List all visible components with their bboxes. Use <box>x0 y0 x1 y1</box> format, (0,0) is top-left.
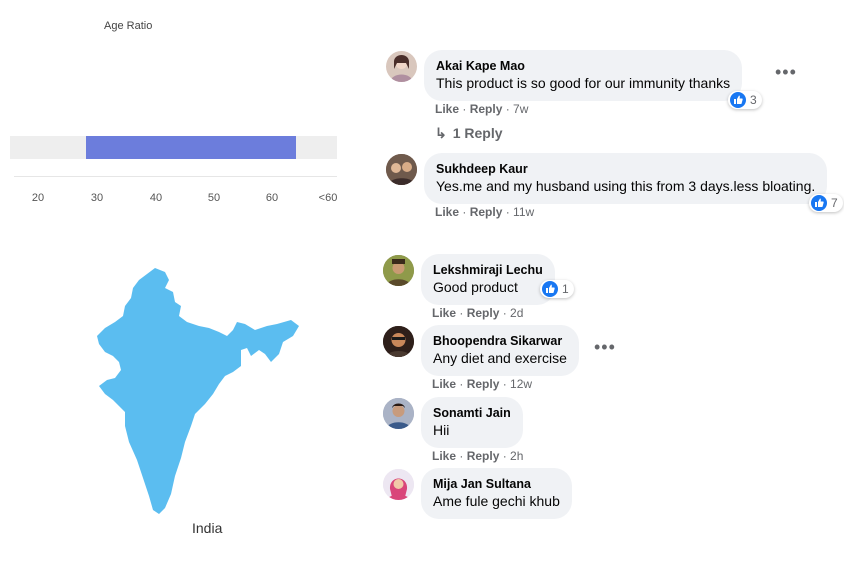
comment-time[interactable]: 12w <box>510 377 532 391</box>
reaction-count-badge[interactable]: 7 <box>809 194 843 212</box>
commenter-name[interactable]: Bhoopendra Sikarwar <box>433 333 567 349</box>
commenter-name[interactable]: Lekshmiraji Lechu <box>433 262 543 278</box>
age-tick-label: <60 <box>318 192 338 204</box>
reaction-count-badge[interactable]: 1 <box>540 280 574 298</box>
india-map <box>97 268 299 514</box>
comment-bubble: Sukhdeep Kaur Yes.me and my husband usin… <box>424 153 828 204</box>
age-tick-label: 60 <box>265 192 279 204</box>
comment-text: Yes.me and my husband using this from 3 … <box>436 178 816 194</box>
comment-actions: Like · Reply · 11w <box>435 205 534 219</box>
separator: · <box>459 205 470 219</box>
age-axis-line <box>14 176 337 177</box>
separator: · <box>502 205 514 219</box>
more-options-icon[interactable]: ••• <box>594 337 616 358</box>
commenter-name[interactable]: Akai Kape Mao <box>436 58 730 74</box>
comment-bubble: Akai Kape Mao This product is so good fo… <box>424 50 743 101</box>
comment-bubble: Bhoopendra Sikarwar Any diet and exercis… <box>421 325 579 376</box>
reply-link[interactable]: Reply <box>467 306 500 320</box>
comment-bubble: Mija Jan Sultana Ame fule gechi khub <box>421 468 572 519</box>
replies-count: 1 Reply <box>452 125 503 141</box>
comment-time[interactable]: 11w <box>513 205 534 219</box>
separator: · <box>499 306 511 320</box>
age-tick-label: 40 <box>149 192 163 204</box>
comment-time[interactable]: 7w <box>513 102 528 116</box>
separator: · <box>456 306 467 320</box>
separator: · <box>459 102 470 116</box>
commenter-name[interactable]: Sukhdeep Kaur <box>436 161 815 177</box>
comment-time[interactable]: 2h <box>510 449 523 463</box>
reply-arrow-icon: ↳ <box>435 125 447 141</box>
reaction-count: 1 <box>562 282 569 296</box>
comment-text: Good product <box>433 279 518 295</box>
more-options-icon[interactable]: ••• <box>775 62 797 83</box>
comment-text: Ame fule gechi khub <box>433 493 560 509</box>
separator: · <box>456 377 467 391</box>
comment-text: Any diet and exercise <box>433 350 567 366</box>
comment-bubble: Sonamti Jain Hii <box>421 397 523 448</box>
age-tick-label: 50 <box>207 192 221 204</box>
age-tick-label: 30 <box>90 192 104 204</box>
reply-link[interactable]: Reply <box>467 449 500 463</box>
like-reaction-icon <box>730 92 746 108</box>
like-reaction-icon <box>542 281 558 297</box>
like-link[interactable]: Like <box>432 306 456 320</box>
age-range-bar <box>85 136 297 159</box>
separator: · <box>499 377 511 391</box>
comment-actions: Like · Reply · 2h <box>432 449 523 463</box>
comment-bubble: Lekshmiraji Lechu Good product <box>421 254 555 305</box>
like-link[interactable]: Like <box>435 205 459 219</box>
comment-actions: Like · Reply · 2d <box>432 306 523 320</box>
avatar[interactable] <box>386 51 417 82</box>
reply-link[interactable]: Reply <box>470 205 503 219</box>
comment-text: This product is so good for our immunity… <box>436 75 731 91</box>
separator: · <box>502 102 514 116</box>
separator: · <box>499 449 511 463</box>
avatar[interactable] <box>383 255 414 286</box>
reply-link[interactable]: Reply <box>467 377 500 391</box>
age-ratio-title: Age Ratio <box>104 20 153 32</box>
india-map-shape <box>97 268 299 514</box>
reaction-count-badge[interactable]: 3 <box>728 91 762 109</box>
avatar[interactable] <box>383 398 414 429</box>
commenter-name[interactable]: Sonamti Jain <box>433 405 511 421</box>
like-link[interactable]: Like <box>432 449 456 463</box>
age-tick-label: 20 <box>31 192 45 204</box>
age-range-track <box>10 136 337 159</box>
like-link[interactable]: Like <box>435 102 459 116</box>
comment-text: Hii <box>433 422 450 438</box>
avatar[interactable] <box>383 469 414 500</box>
commenter-name[interactable]: Mija Jan Sultana <box>433 476 560 492</box>
comment-actions: Like · Reply · 7w <box>435 102 528 116</box>
like-reaction-icon <box>811 195 827 211</box>
map-country-label: India <box>192 520 223 536</box>
comment-actions: Like · Reply · 12w <box>432 377 532 391</box>
view-replies-link[interactable]: ↳ 1 Reply <box>435 125 503 142</box>
reaction-count: 3 <box>750 93 757 107</box>
avatar[interactable] <box>386 154 417 185</box>
reply-link[interactable]: Reply <box>470 102 503 116</box>
avatar[interactable] <box>383 326 414 357</box>
comment-time[interactable]: 2d <box>510 306 523 320</box>
reaction-count: 7 <box>831 196 838 210</box>
like-link[interactable]: Like <box>432 377 456 391</box>
separator: · <box>456 449 467 463</box>
